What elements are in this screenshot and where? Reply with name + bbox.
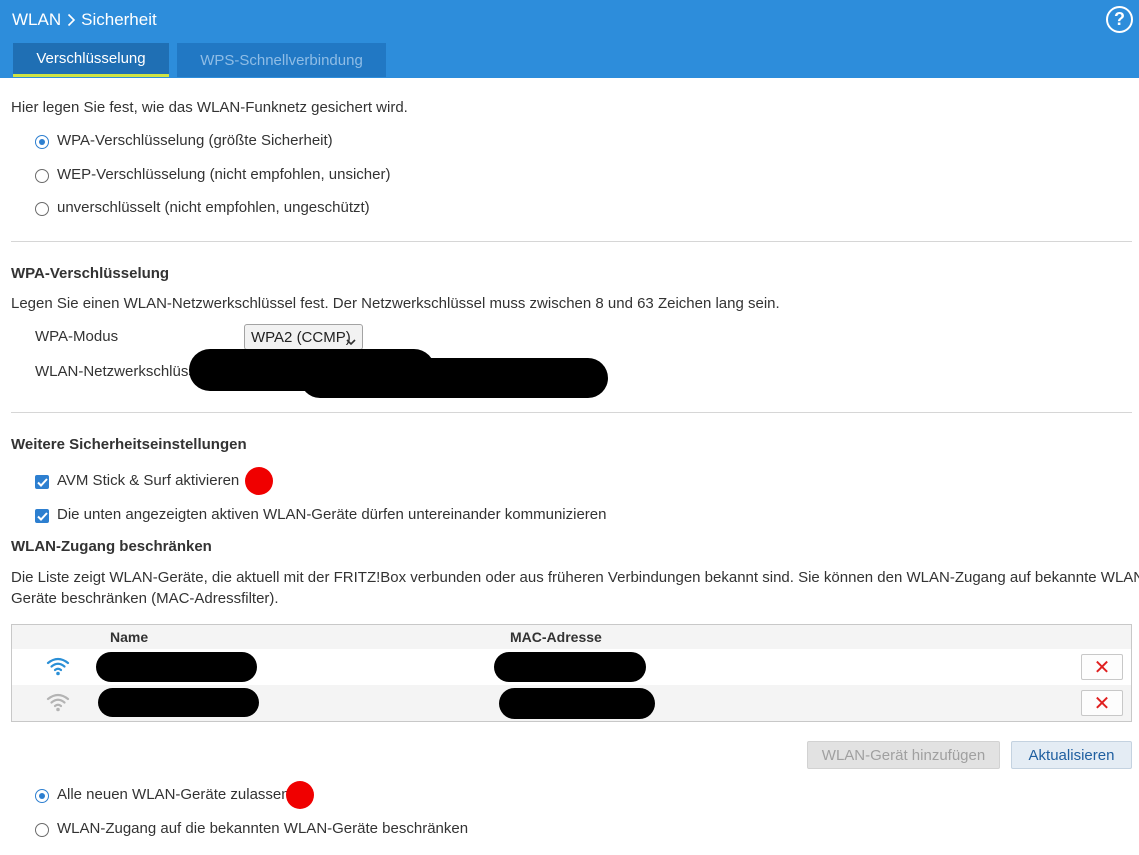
tab-wps-schnellverbindung[interactable]: WPS-Schnellverbindung	[177, 43, 386, 77]
add-device-button[interactable]: WLAN-Gerät hinzufügen	[807, 741, 1000, 769]
chevron-right-icon	[67, 13, 76, 27]
wlan-key-label: WLAN-Netzwerkschlüss	[35, 363, 196, 380]
radio-allow-all[interactable]	[35, 789, 49, 803]
breadcrumb-wlan[interactable]: WLAN	[12, 10, 61, 30]
wpa-mode-value: WPA2 (CCMP)	[251, 328, 351, 346]
redaction-blot	[96, 652, 257, 682]
wpa-description: Legen Sie einen WLAN-Netzwerkschlüssel f…	[11, 295, 780, 312]
delete-device-button[interactable]: ✕	[1081, 690, 1123, 716]
refresh-button[interactable]: Aktualisieren	[1011, 741, 1132, 769]
radio-allow-all-label[interactable]: Alle neuen WLAN-Geräte zulassen	[57, 786, 290, 803]
table-row: ✕	[12, 649, 1131, 685]
wpa-mode-select[interactable]: WPA2 (CCMP)	[244, 324, 363, 350]
encryption-intro: Hier legen Sie fest, wie das WLAN-Funkne…	[11, 99, 408, 116]
tab-verschluesselung[interactable]: Verschlüsselung	[13, 43, 169, 77]
checkmark-icon	[36, 477, 48, 487]
redaction-blot	[98, 688, 259, 717]
checkbox-intercommunication[interactable]	[35, 509, 49, 523]
radio-unencrypted-label[interactable]: unverschlüsselt (nicht empfohlen, ungesc…	[57, 199, 370, 216]
red-marker-dot	[286, 781, 314, 809]
access-heading: WLAN-Zugang beschränken	[11, 538, 212, 555]
breadcrumb: WLAN Sicherheit	[12, 10, 157, 30]
column-header-mac: MAC-Adresse	[510, 629, 602, 645]
red-marker-dot	[245, 467, 273, 495]
checkbox-intercommunication-label[interactable]: Die unten angezeigten aktiven WLAN-Gerät…	[57, 506, 606, 523]
wifi-active-icon	[46, 656, 70, 680]
access-description: Die Liste zeigt WLAN-Geräte, die aktuell…	[11, 569, 1139, 586]
table-row: ✕	[12, 685, 1131, 721]
checkbox-stick-surf[interactable]	[35, 475, 49, 489]
wpa-mode-label: WPA-Modus	[35, 328, 119, 345]
redaction-blot	[300, 358, 608, 398]
wifi-inactive-icon	[46, 692, 70, 716]
wpa-heading: WPA-Verschlüsselung	[11, 265, 170, 282]
further-heading: Weitere Sicherheitseinstellungen	[11, 436, 247, 453]
divider	[11, 241, 1132, 242]
close-x-icon: ✕	[1093, 692, 1111, 715]
radio-unencrypted[interactable]	[35, 202, 49, 216]
divider	[11, 412, 1132, 413]
radio-restrict-known[interactable]	[35, 823, 49, 837]
checkbox-stick-surf-label[interactable]: AVM Stick & Surf aktivieren	[57, 472, 239, 489]
radio-wpa-label[interactable]: WPA-Verschlüsselung (größte Sicherheit)	[57, 132, 333, 149]
question-circle-icon[interactable]: ?	[1106, 6, 1133, 33]
delete-device-button[interactable]: ✕	[1081, 654, 1123, 680]
redaction-blot	[499, 688, 655, 719]
radio-restrict-known-label[interactable]: WLAN-Zugang auf die bekannten WLAN-Gerät…	[57, 820, 468, 837]
checkmark-icon	[36, 511, 48, 521]
radio-wep-label[interactable]: WEP-Verschlüsselung (nicht empfohlen, un…	[57, 166, 391, 183]
radio-wpa[interactable]	[35, 135, 49, 149]
device-table: Name MAC-Adresse ✕ ✕	[11, 624, 1132, 722]
access-description: Geräte beschränken (MAC-Adressfilter).	[11, 590, 279, 607]
redaction-blot	[494, 652, 646, 682]
chevron-down-icon	[346, 333, 356, 350]
breadcrumb-sicherheit: Sicherheit	[81, 10, 157, 29]
radio-wep[interactable]	[35, 169, 49, 183]
column-header-name: Name	[110, 629, 149, 645]
close-x-icon: ✕	[1093, 656, 1111, 679]
header-bar: WLAN Sicherheit ? Verschlüsselung WPS-Sc…	[0, 0, 1139, 78]
